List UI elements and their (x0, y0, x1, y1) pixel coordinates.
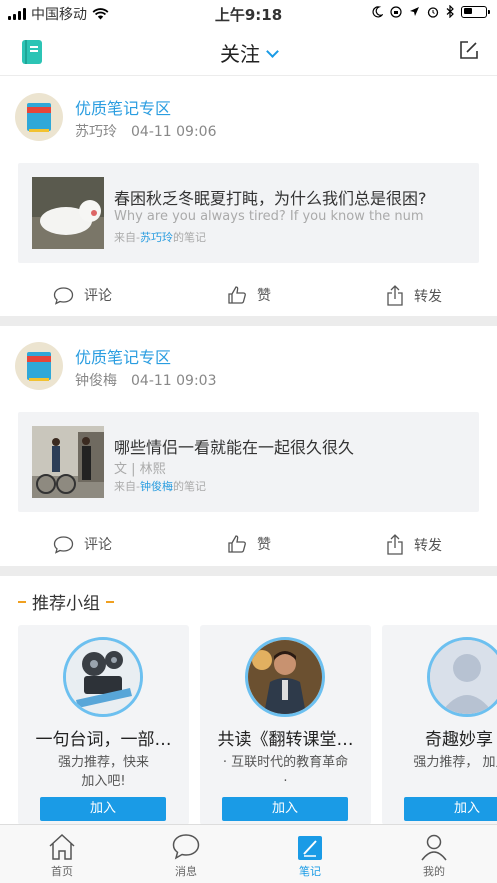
user-icon (421, 834, 447, 861)
comment-icon (53, 286, 74, 305)
join-button[interactable]: 加入 (222, 797, 348, 821)
comment-label: 评论 (84, 288, 112, 304)
feed-filter-dropdown[interactable]: 关注 (0, 38, 497, 67)
edit-icon[interactable] (459, 40, 479, 60)
note-title: 哪些情侣一看就能在一起很久很久 (114, 438, 355, 457)
status-bar: 中国移动 上午9:18 (0, 0, 497, 26)
tab-label: 笔记 (299, 865, 321, 878)
comment-button[interactable]: 评论 (53, 285, 112, 305)
note-icon (298, 836, 322, 860)
tab-label: 我的 (423, 865, 445, 878)
card-meta: 钟俊梅 04-11 09:03 (75, 370, 230, 390)
source-author-link[interactable]: 钟俊梅 (140, 480, 173, 493)
section-title: 推荐小组 (32, 594, 100, 614)
like-button[interactable]: 赞 (227, 534, 271, 554)
share-icon (387, 285, 403, 306)
avatar[interactable] (15, 342, 63, 390)
group-description: · 互联时代的教育革命 · (222, 755, 349, 789)
note-source: 来自-钟俊梅的笔记 (114, 480, 206, 493)
group-name: 一句台词，一部… (35, 730, 172, 750)
section-divider (0, 316, 497, 326)
note-excerpt: 文 | 林熙 (114, 462, 166, 477)
author-name: 钟俊梅 (75, 373, 117, 389)
group-description: 强力推荐， 加入吧 (413, 755, 497, 770)
card-title[interactable]: 优质笔记专区 (75, 344, 171, 368)
timestamp: 04-11 09:06 (131, 124, 217, 140)
tab-bar: 首页 消息 笔记 我的 (0, 824, 497, 883)
battery-icon (461, 5, 490, 18)
feed-card: 优质笔记专区 钟俊梅 04-11 09:03 哪些情侣一看就能在一起很久很久 文 … (0, 326, 497, 564)
alarm-icon (427, 6, 439, 18)
thumbs-up-icon (228, 535, 246, 553)
lock-rotation-icon (390, 5, 402, 18)
group-avatar (63, 637, 143, 717)
note-thumbnail (32, 426, 104, 498)
group-name: 共读《翻转课堂… (217, 730, 354, 750)
tab-label: 首页 (51, 865, 73, 878)
share-button[interactable]: 转发 (386, 285, 442, 306)
share-icon (387, 534, 403, 555)
share-label: 转发 (414, 537, 442, 554)
comment-icon (53, 535, 74, 554)
group-avatar (427, 637, 497, 717)
share-label: 转发 (414, 288, 442, 305)
note-source: 来自-苏巧玲的笔记 (114, 231, 206, 244)
section-divider (0, 566, 497, 576)
chevron-down-icon (266, 45, 279, 58)
note-preview[interactable]: 哪些情侣一看就能在一起很久很久 文 | 林熙 来自-钟俊梅的笔记 (18, 412, 479, 512)
action-bar: 评论 赞 转发 (0, 277, 497, 317)
comment-label: 评论 (84, 537, 112, 553)
share-button[interactable]: 转发 (386, 534, 442, 555)
comment-button[interactable]: 评论 (53, 534, 112, 554)
group-card[interactable]: 一句台词，一部… 强力推荐，快来 加入吧! 加入 (18, 625, 189, 825)
group-name: 奇趣妙享（ (425, 730, 497, 750)
card-title[interactable]: 优质笔记专区 (75, 95, 171, 119)
tab-messages[interactable]: 消息 (146, 831, 226, 879)
like-button[interactable]: 赞 (227, 285, 271, 305)
group-card[interactable]: 共读《翻转课堂… · 互联时代的教育革命 · 加入 (200, 625, 371, 825)
group-card[interactable]: 奇趣妙享（ 强力推荐， 加入吧 加入 (382, 625, 497, 825)
tab-label: 消息 (175, 865, 197, 878)
author-name: 苏巧玲 (75, 124, 117, 140)
section-header: 推荐小组 (18, 589, 114, 614)
action-bar: 评论 赞 转发 (0, 526, 497, 566)
note-title: 春困秋乏冬眠夏打盹，为什么我们总是很困? (114, 189, 427, 208)
note-preview[interactable]: 春困秋乏冬眠夏打盹，为什么我们总是很困? Why are you always … (18, 163, 479, 263)
join-button[interactable]: 加入 (40, 797, 166, 821)
notebook-avatar-icon (27, 352, 51, 381)
home-icon (49, 833, 75, 860)
nav-bar: 关注 (0, 26, 497, 76)
page-title: 关注 (220, 42, 260, 66)
tab-profile[interactable]: 我的 (394, 831, 474, 879)
notebook-avatar-icon (27, 103, 51, 132)
group-description: 强力推荐，快来 加入吧! (57, 755, 149, 789)
feed-card: 优质笔记专区 苏巧玲 04-11 09:06 春困秋乏冬眠夏打盹，为什么我们总是很… (0, 77, 497, 315)
card-meta: 苏巧玲 04-11 09:06 (75, 121, 230, 141)
bluetooth-icon (446, 5, 454, 18)
like-label: 赞 (257, 288, 271, 304)
note-excerpt: Why are you always tired? If you know th… (114, 209, 424, 224)
note-thumbnail (32, 177, 104, 249)
timestamp: 04-11 09:03 (131, 373, 217, 389)
moon-icon (372, 5, 383, 17)
tab-home[interactable]: 首页 (22, 831, 102, 879)
chat-icon (172, 834, 200, 860)
group-avatar (245, 637, 325, 717)
join-button[interactable]: 加入 (404, 797, 497, 821)
location-icon (410, 7, 419, 16)
source-author-link[interactable]: 苏巧玲 (140, 231, 173, 244)
thumbs-up-icon (228, 286, 246, 304)
tab-notes[interactable]: 笔记 (270, 831, 350, 879)
like-label: 赞 (257, 537, 271, 553)
avatar[interactable] (15, 93, 63, 141)
